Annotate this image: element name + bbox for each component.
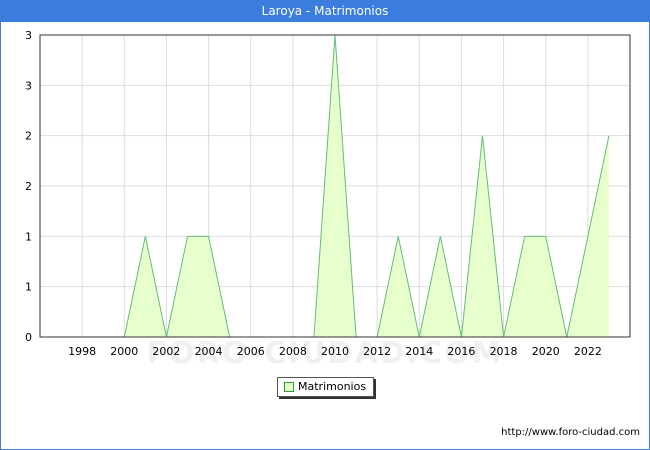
source-url[interactable]: http://www.foro-ciudad.com [501, 427, 640, 438]
legend-swatch [284, 382, 294, 392]
watermark: FORO-CIUDAD.COM [146, 336, 504, 371]
legend: Matrimonios [277, 377, 374, 397]
y-tick-label: 1 [25, 281, 32, 294]
y-tick-label: 3 [25, 29, 32, 42]
y-axis-ticks: 0112233 [25, 29, 32, 344]
y-tick-label: 2 [25, 130, 32, 143]
y-tick-label: 1 [25, 230, 32, 243]
y-tick-label: 2 [25, 180, 32, 193]
legend-label: Matrimonios [298, 380, 367, 393]
y-tick-label: 3 [25, 79, 32, 92]
